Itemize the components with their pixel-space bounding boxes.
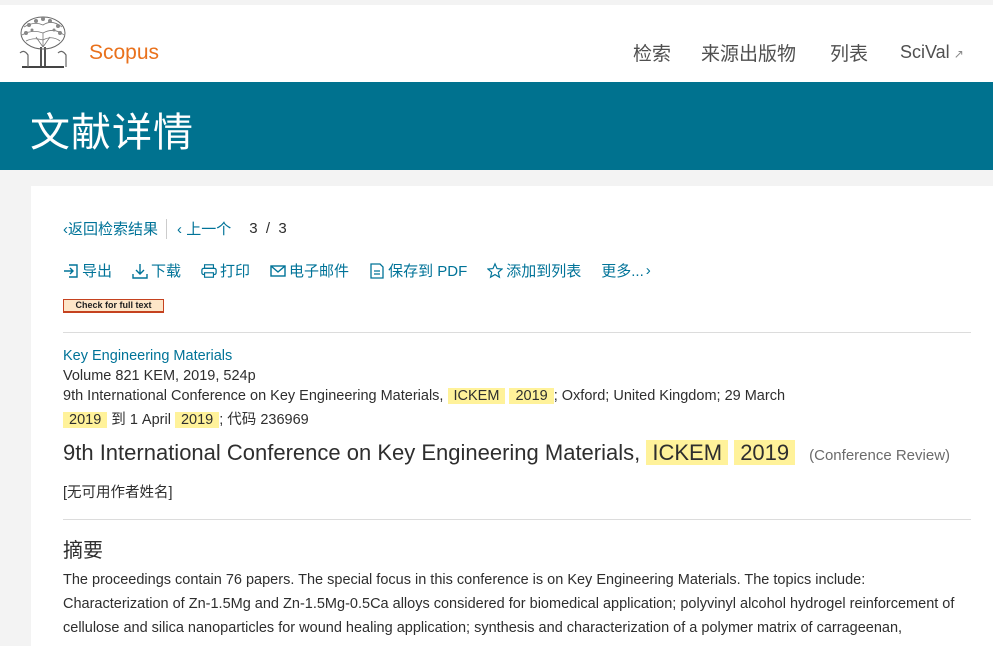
document-toolbar: 导出 下载 打印 电子邮件 保存到 PDF 添加到列表 更多... › <box>63 260 651 281</box>
email-label: 电子邮件 <box>289 263 350 280</box>
print-label: 打印 <box>220 263 251 280</box>
divider <box>63 519 971 520</box>
more-button[interactable]: 更多... › <box>601 260 651 281</box>
previous-label: 上一个 <box>186 221 232 238</box>
doc-title-text: 9th International Conference on Key Engi… <box>63 440 641 465</box>
print-icon <box>201 263 217 278</box>
nav-scival[interactable]: SciVal ↗ <box>900 42 964 63</box>
top-bar: Scopus 检索 来源出版物 列表 SciVal ↗ <box>0 0 993 82</box>
highlight-term: 2019 <box>174 412 220 428</box>
save-pdf-button[interactable]: 保存到 PDF <box>369 260 467 281</box>
conference-info-line-1: 9th International Conference on Key Engi… <box>63 388 785 404</box>
previous-link[interactable]: ‹ 上一个 <box>177 218 231 239</box>
chevron-right-icon: › <box>645 262 651 279</box>
page-banner: 文献详情 <box>0 82 993 170</box>
nav-search[interactable]: 检索 <box>633 39 671 66</box>
count-divider: / <box>265 220 271 237</box>
save-pdf-label: 保存到 PDF <box>388 263 468 280</box>
download-label: 下载 <box>151 263 182 280</box>
conf-location: ; Oxford; United Kingdom; 29 March <box>553 388 786 404</box>
highlight-term: 2019 <box>734 440 796 465</box>
page-title: 文献详情 <box>30 111 194 155</box>
add-to-list-label: 添加到列表 <box>506 263 582 280</box>
document-type: (Conference Review) <box>809 447 951 464</box>
highlight-term: 2019 <box>63 412 108 428</box>
chevron-left-icon: ‹ <box>177 221 187 238</box>
back-to-results-link[interactable]: ‹返回检索结果 <box>63 218 158 239</box>
current-index: 3 <box>249 220 258 237</box>
pdf-icon <box>370 262 384 279</box>
external-link-icon: ↗ <box>953 46 964 61</box>
download-icon <box>132 263 148 279</box>
highlight-term: ICKEM <box>646 440 729 465</box>
more-label: 更多... <box>601 263 644 280</box>
check-full-text-button[interactable]: Check for full text <box>63 299 164 313</box>
brand-name[interactable]: Scopus <box>89 41 159 65</box>
back-to-results-label: 返回检索结果 <box>68 221 159 238</box>
pager-separator <box>166 218 168 239</box>
volume-info: Volume 821 KEM, 2019, 524p <box>63 368 256 384</box>
abstract-heading: 摘要 <box>63 540 103 562</box>
elsevier-logo[interactable] <box>14 13 72 71</box>
document-card: ‹返回检索结果 ‹ 上一个 3 / 3 导出 下载 打印 电子邮件 保存到 PD… <box>31 186 993 646</box>
email-button[interactable]: 电子邮件 <box>270 260 349 281</box>
conference-info-line-2: 2019 到 1 April 2019; 代码 236969 <box>63 408 309 429</box>
divider <box>63 332 971 333</box>
export-icon <box>64 263 78 278</box>
add-to-list-button[interactable]: 添加到列表 <box>487 260 581 281</box>
source-title-link[interactable]: Key Engineering Materials <box>63 348 232 364</box>
abstract-text: The proceedings contain 76 papers. The s… <box>63 572 955 636</box>
star-icon <box>487 262 504 279</box>
email-icon <box>270 264 286 277</box>
page-count: 3 / 3 <box>249 220 287 237</box>
authors: [无可用作者姓名] <box>63 485 173 501</box>
result-pager: ‹返回检索结果 ‹ 上一个 3 / 3 <box>63 218 287 239</box>
conf-prefix: 9th International Conference on Key Engi… <box>63 388 444 404</box>
export-label: 导出 <box>82 263 113 280</box>
print-button[interactable]: 打印 <box>201 260 250 281</box>
nav-sources[interactable]: 来源出版物 <box>701 39 796 66</box>
download-button[interactable]: 下载 <box>132 260 181 281</box>
highlight-term: 2019 <box>509 388 554 404</box>
highlight-term: ICKEM <box>447 388 506 404</box>
export-button[interactable]: 导出 <box>63 260 112 281</box>
conf-code: ; 代码 236969 <box>219 412 309 428</box>
document-title: 9th International Conference on Key Engi… <box>63 440 950 466</box>
nav-lists[interactable]: 列表 <box>830 39 868 66</box>
nav-scival-label: SciVal <box>900 41 950 62</box>
conf-to: 到 1 April <box>111 412 171 428</box>
total-count: 3 <box>278 220 287 237</box>
